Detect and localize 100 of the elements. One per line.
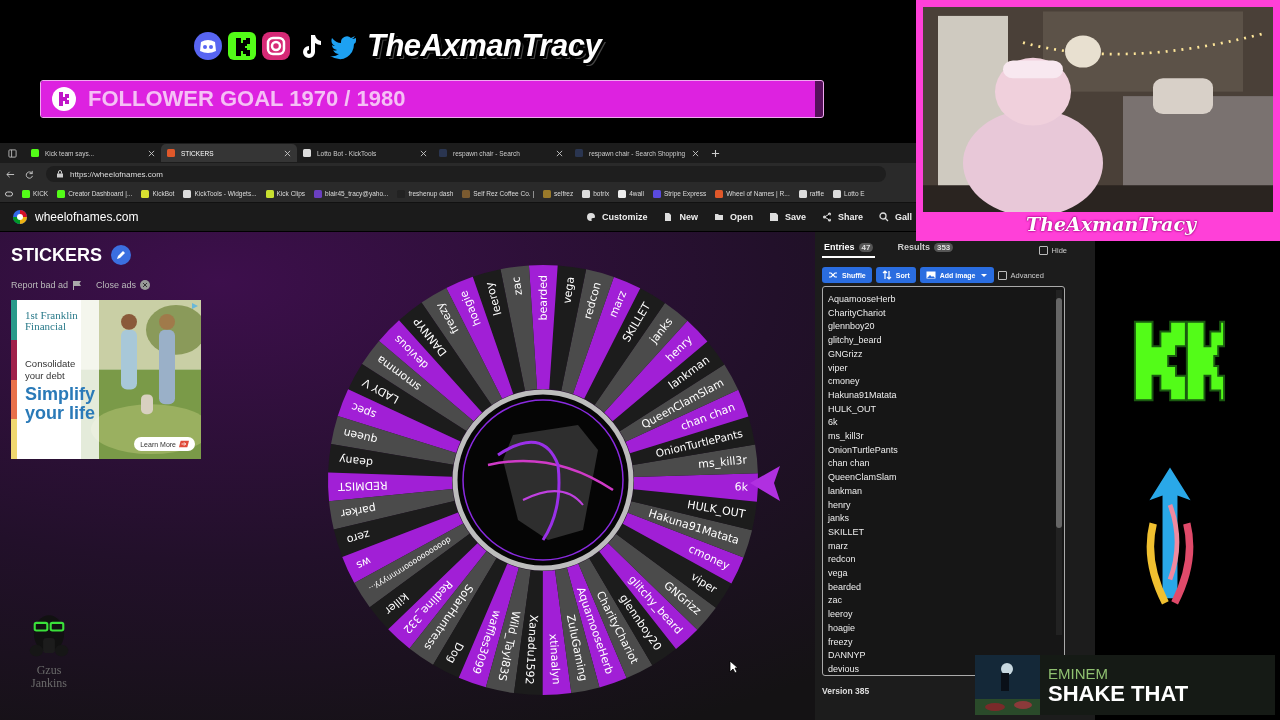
entry-text: redcon: [828, 553, 856, 567]
image-icon: [925, 270, 936, 280]
back-icon[interactable]: [6, 169, 15, 179]
entry-text: ms_kill3r: [828, 430, 864, 444]
close-icon[interactable]: [692, 149, 699, 157]
wheel-logo-icon[interactable]: [12, 209, 28, 225]
favicon-icon: [462, 189, 471, 198]
close-icon[interactable]: [148, 149, 155, 157]
segment-label: Xanadu1592: [522, 614, 541, 685]
flag-icon: [72, 280, 83, 290]
ad-headline: Simplify your life: [25, 385, 96, 423]
segment-label: zero: [345, 527, 372, 547]
segment-label: zac: [509, 275, 525, 297]
entry-text: leeroy: [828, 608, 853, 622]
favicon-icon: [22, 189, 30, 198]
palette-icon: [585, 212, 596, 222]
segment-label: REDMIST: [337, 478, 388, 494]
count-badge: 353: [933, 242, 954, 252]
entry-text: chan chan: [828, 457, 870, 471]
favicon-icon: [167, 149, 175, 157]
favicon-icon: [265, 189, 274, 198]
menu-item[interactable]: Open: [713, 212, 753, 222]
segment-label: 6k: [734, 480, 749, 494]
favicon-icon: [57, 189, 66, 198]
favicon-icon: [543, 189, 552, 198]
close-icon[interactable]: [284, 149, 291, 157]
logo-text: Gzus Jankins: [30, 664, 68, 690]
segment-label: ms_kill3r: [697, 453, 748, 472]
segment-label: deany: [338, 452, 374, 470]
streamer-name: TheAxmanTracy: [1026, 213, 1197, 235]
address-field[interactable]: https://wheelofnames.com: [46, 166, 886, 182]
cursor-icon: [729, 660, 739, 674]
entry-text: devious: [828, 663, 860, 675]
hub-logo-drawing[interactable]: [452, 389, 634, 571]
favicon-icon: [582, 189, 591, 198]
entry-text: zac: [828, 594, 842, 608]
arrow-icon: [179, 439, 189, 449]
scrollbar[interactable]: [1056, 290, 1062, 635]
entry-text: janks: [828, 512, 849, 526]
new-tab-icon[interactable]: [711, 148, 720, 158]
entry-text: hoagie: [828, 621, 856, 635]
wheel-title: STICKERS: [11, 244, 102, 266]
tab-list-icon[interactable]: [8, 148, 17, 158]
entry-text: GNGrizz: [828, 347, 863, 361]
entry-text: HULK_OUT: [828, 402, 876, 416]
entry-text: QueenClamSlam: [828, 471, 897, 485]
close-ads-link[interactable]: Close ads: [96, 280, 151, 290]
discord-icon: [193, 31, 223, 61]
menu-item[interactable]: Share: [821, 212, 863, 222]
favicon-icon: [183, 189, 192, 198]
apps-icon[interactable]: [5, 189, 13, 198]
site-name[interactable]: wheelofnames.com: [35, 210, 139, 224]
ad-text: Consolidate your debt: [25, 358, 77, 382]
channel-name: TheAxmanTracy: [367, 28, 602, 64]
favicon-icon: [439, 149, 447, 157]
entry-text: henry: [828, 498, 851, 512]
report-ad-link[interactable]: Report bad ad: [11, 280, 83, 290]
entry-text: Hakuna91Matata: [828, 388, 897, 402]
segment-label: bearded: [536, 275, 550, 321]
panel-tab[interactable]: Entries 47: [822, 242, 876, 258]
menu-item[interactable]: Save: [768, 212, 806, 222]
close-icon[interactable]: [556, 149, 563, 157]
folder-icon: [713, 212, 724, 222]
entry-text: OnionTurtlePants: [828, 443, 898, 457]
camera-icon: [261, 31, 291, 61]
segment-label: leeroy: [482, 280, 505, 317]
document-icon: [663, 212, 674, 222]
menu-item[interactable]: Customize: [585, 212, 648, 222]
entry-text: viper: [828, 361, 848, 375]
menu-item[interactable]: Gall: [879, 212, 912, 222]
favicon-icon: [141, 189, 150, 198]
goal-label: FOLLOWER GOAL 1970 / 1980: [88, 86, 406, 112]
reload-icon[interactable]: [25, 169, 34, 179]
entry-text: CharityChariot: [828, 306, 886, 320]
favicon-icon: [303, 149, 311, 157]
search-icon: [879, 212, 889, 222]
favicon-icon: [798, 189, 807, 198]
entry-text: lankman: [828, 484, 863, 498]
close-icon[interactable]: [420, 149, 427, 157]
kick-badge-icon: [51, 86, 77, 112]
entry-text: marz: [828, 539, 848, 553]
sort-icon: [881, 270, 892, 280]
segment-label: spec: [349, 399, 378, 422]
share-icon: [821, 212, 832, 222]
segment-label: xtinaalyn: [546, 633, 563, 685]
lock-icon: [56, 170, 64, 178]
entry-text: 6k: [828, 416, 838, 430]
entry-text: glennboy20: [828, 320, 875, 334]
segment-label: parker: [339, 501, 377, 521]
menu-item[interactable]: New: [663, 212, 698, 222]
entry-text: vega: [828, 567, 848, 581]
panel-tab[interactable]: Results 353: [895, 242, 956, 258]
entry-text: freezy: [828, 635, 853, 649]
segment-label: redcon: [581, 280, 604, 321]
favicon-icon: [833, 189, 842, 198]
song-title: SHAKE THAT: [1048, 681, 1189, 706]
entry-text: SKILLET: [828, 525, 865, 539]
favicon-icon: [715, 189, 724, 198]
edit-icon[interactable]: [111, 245, 131, 265]
favicon-icon: [31, 149, 39, 157]
